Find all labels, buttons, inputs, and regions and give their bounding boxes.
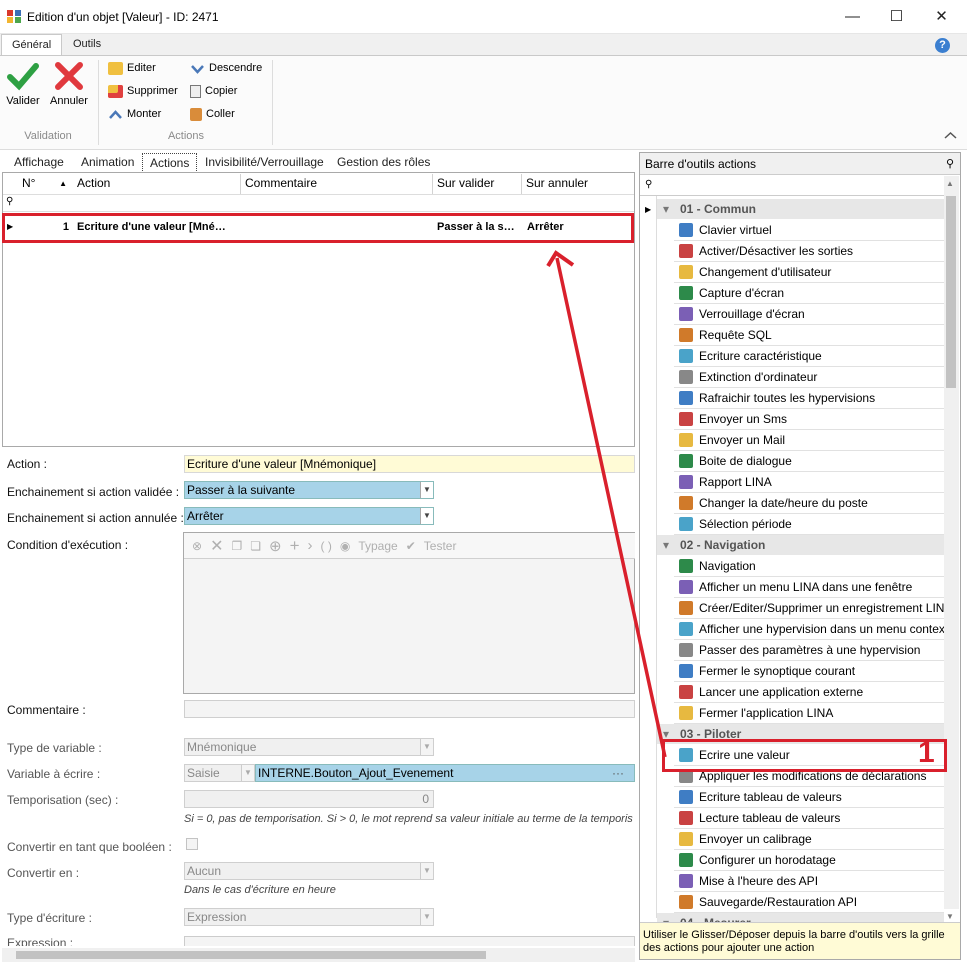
annotation-arrow xyxy=(546,250,667,758)
